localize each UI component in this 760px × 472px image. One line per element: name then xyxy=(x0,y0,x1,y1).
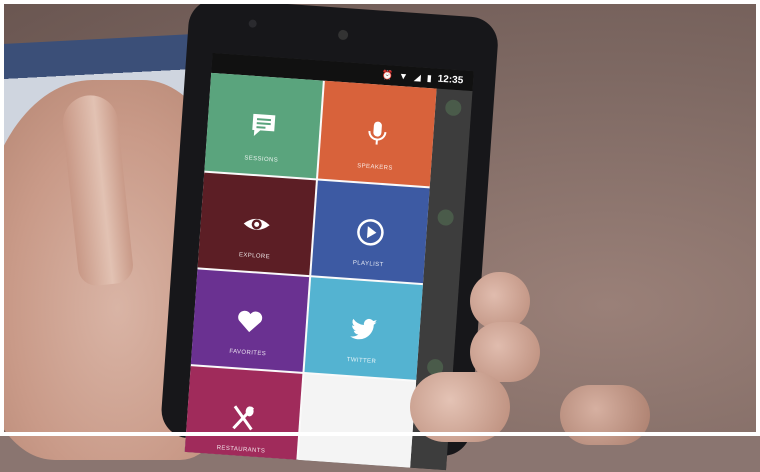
tile-playlist[interactable]: PLAYLIST xyxy=(311,180,430,284)
list-item-icon xyxy=(437,208,455,227)
front-camera xyxy=(248,19,257,28)
tile-twitter[interactable]: TWITTER xyxy=(304,277,423,380)
twitter-bird-icon xyxy=(344,309,382,347)
signal-icon: ◢ xyxy=(413,71,422,82)
chat-list-icon xyxy=(244,106,282,144)
tile-label: EXPLORE xyxy=(238,252,271,261)
tile-label: TWITTER xyxy=(346,356,377,366)
tile-label: SESSIONS xyxy=(244,155,279,164)
wifi-icon: ▼ xyxy=(398,70,409,82)
navigation-grid: SESSIONS SPEAKERS EXPLORE PLAYLIST FAVOR… xyxy=(184,72,437,471)
fork-spoon-icon xyxy=(224,398,262,436)
status-time: 12:35 xyxy=(437,73,464,86)
tile-speakers[interactable]: SPEAKERS xyxy=(318,80,437,187)
alarm-icon: ⏰ xyxy=(381,69,394,81)
tile-label: FAVORITES xyxy=(229,348,267,358)
eye-icon xyxy=(238,205,276,243)
right-finger xyxy=(560,385,650,445)
tile-label: PLAYLIST xyxy=(352,260,384,269)
empty-tile xyxy=(297,374,417,471)
tile-favorites[interactable]: FAVORITES xyxy=(190,269,310,372)
right-finger xyxy=(410,372,510,442)
microphone-icon xyxy=(358,114,396,152)
heart-icon xyxy=(231,301,269,339)
play-circle-icon xyxy=(351,213,389,251)
battery-icon: ▮ xyxy=(426,72,433,83)
photo-background: ⏰ ▼ ◢ ▮ 12:35 SESSIONS SPEAKERS EXPLORE … xyxy=(0,0,760,471)
tile-label: RESTAURANTS xyxy=(216,445,266,455)
tile-restaurants[interactable]: RESTAURANTS xyxy=(184,366,303,469)
tile-label: SPEAKERS xyxy=(357,163,393,172)
earpiece-speaker xyxy=(337,29,349,41)
tile-sessions[interactable]: SESSIONS xyxy=(204,72,323,179)
list-item-icon xyxy=(444,99,462,117)
tile-explore[interactable]: EXPLORE xyxy=(197,172,316,276)
